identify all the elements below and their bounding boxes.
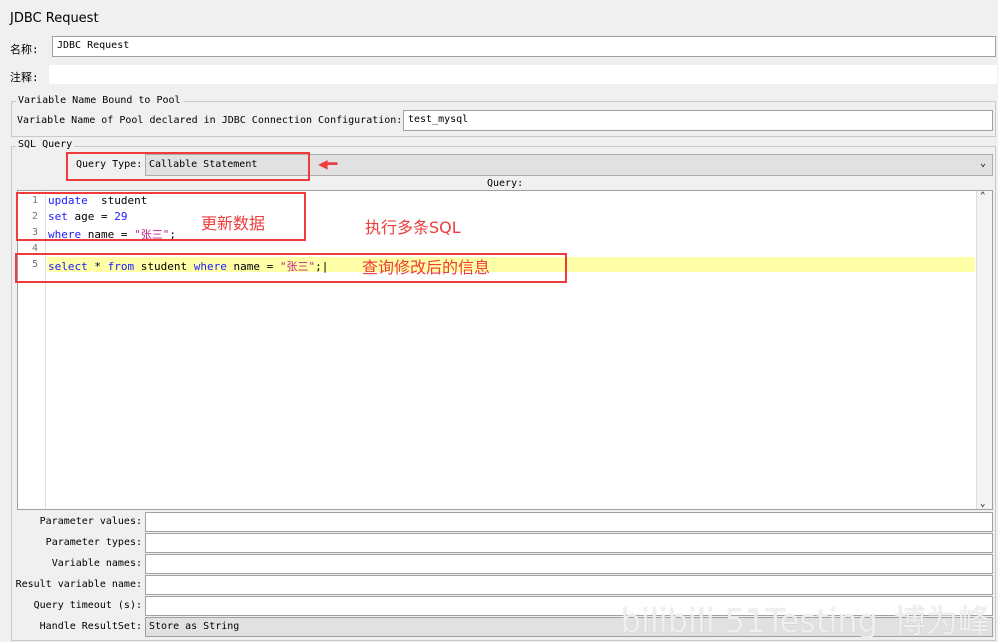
- param-input[interactable]: [145, 554, 993, 574]
- param-input[interactable]: [145, 512, 993, 532]
- sql-legend: SQL Query: [16, 139, 75, 150]
- param-label: Query timeout (s):: [33, 600, 142, 611]
- watermark-logo: bilibili 51Testing_博为峰: [620, 602, 990, 640]
- comment-label: 注释:: [10, 71, 39, 84]
- name-label: 名称:: [10, 43, 39, 56]
- param-input[interactable]: [145, 575, 993, 595]
- param-label: Result variable name:: [15, 579, 142, 590]
- param-label: Parameter values:: [39, 516, 142, 527]
- pool-label: Variable Name of Pool declared in JDBC C…: [17, 115, 403, 126]
- param-label: Variable names:: [51, 558, 142, 569]
- query-label: Query:: [487, 178, 524, 189]
- query-type-highlight-box: [66, 152, 310, 181]
- annotation-multi: 执行多条SQL: [365, 218, 461, 237]
- editor-scrollbar[interactable]: ⌃ ⌄: [976, 191, 992, 509]
- param-input[interactable]: [145, 533, 993, 553]
- panel-title: JDBC Request: [10, 11, 99, 26]
- chevron-down-icon: ⌄: [979, 158, 986, 169]
- param-label: Handle ResultSet:: [39, 621, 142, 632]
- scroll-up-icon[interactable]: ⌃: [980, 191, 985, 201]
- scroll-down-icon[interactable]: ⌄: [980, 499, 985, 509]
- pool-input[interactable]: test_mysql: [403, 110, 993, 131]
- comment-input[interactable]: [48, 64, 998, 85]
- annotation-query: 查询修改后的信息: [362, 258, 491, 277]
- pool-legend: Variable Name Bound to Pool: [16, 95, 183, 106]
- param-label: Parameter types:: [45, 537, 142, 548]
- annotation-update: 更新数据: [201, 214, 266, 233]
- name-input[interactable]: JDBC Request: [52, 36, 996, 57]
- arrow-left-icon: ◀━: [318, 154, 338, 173]
